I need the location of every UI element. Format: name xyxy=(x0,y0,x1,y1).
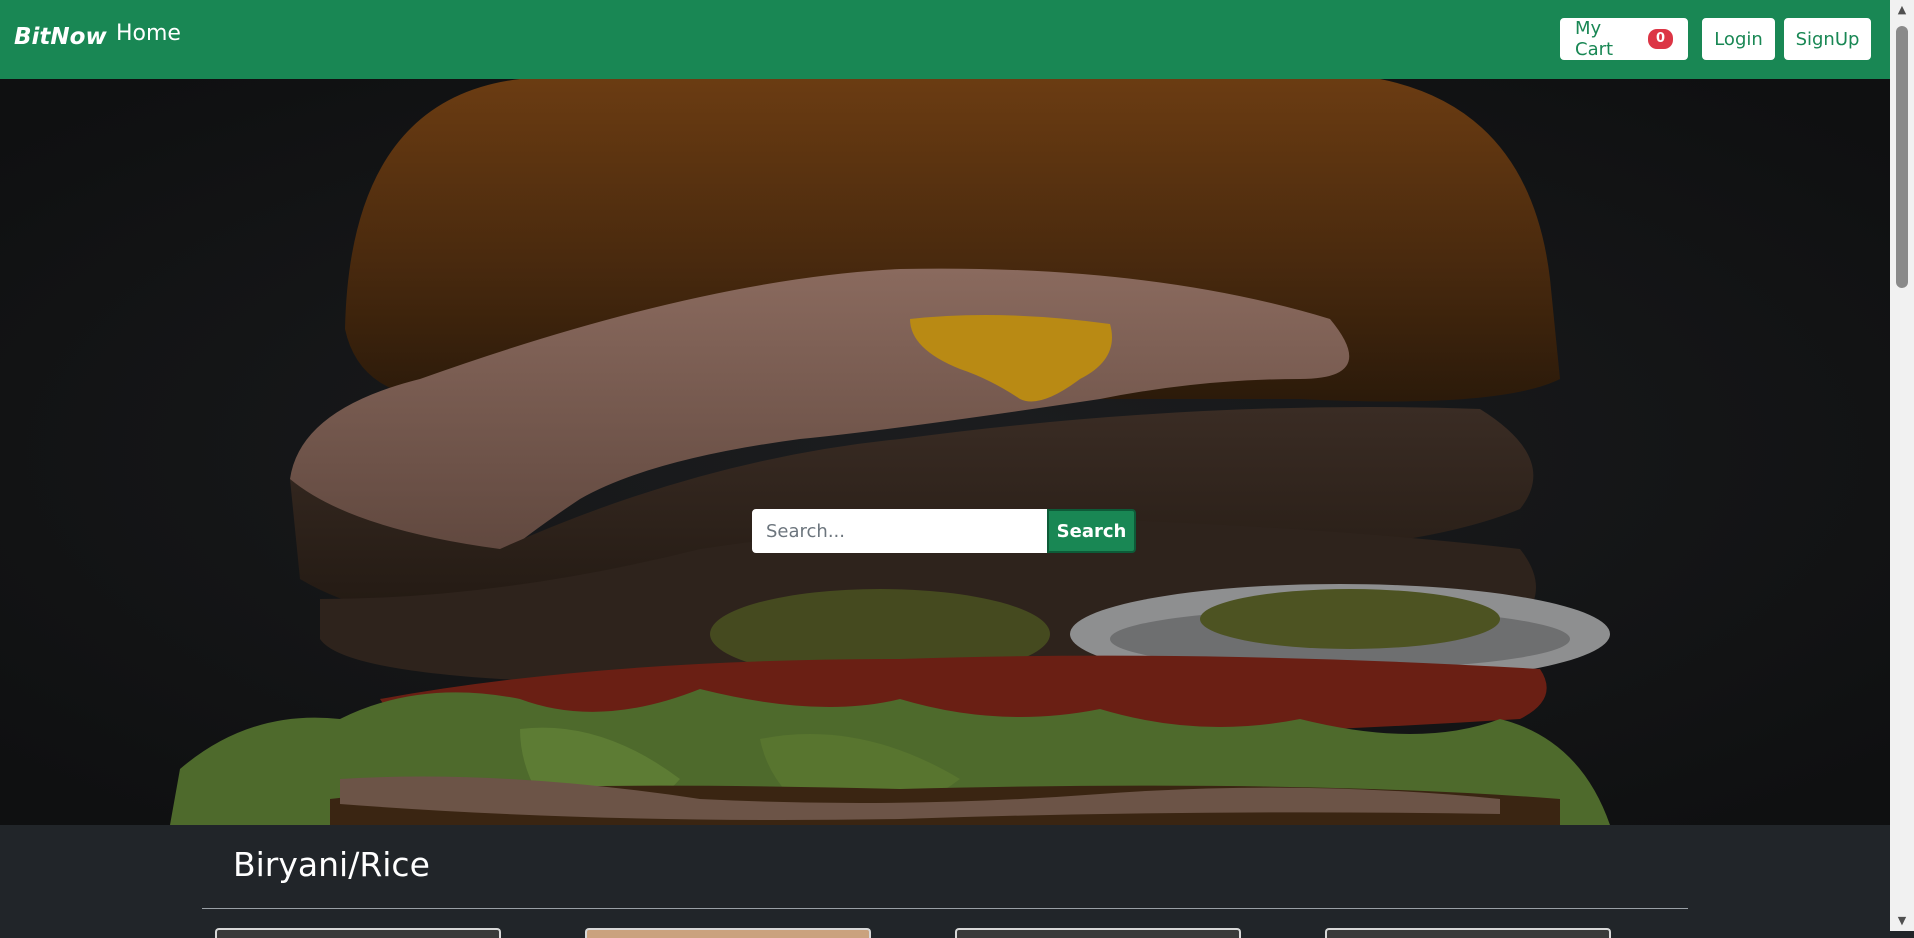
hero-banner: Search xyxy=(0,79,1890,825)
category-divider xyxy=(202,908,1688,909)
signup-button[interactable]: SignUp xyxy=(1784,18,1871,60)
food-card[interactable] xyxy=(1325,928,1611,938)
nav-home-link[interactable]: Home xyxy=(116,21,181,46)
scrollbar-thumb[interactable] xyxy=(1896,26,1908,288)
my-cart-label: My Cart xyxy=(1575,18,1614,60)
brand-logo[interactable]: BitNow xyxy=(14,24,107,50)
search-form: Search xyxy=(752,509,1136,553)
scroll-down-arrow-icon[interactable]: ▼ xyxy=(1890,911,1914,931)
page-scrollbar[interactable]: ▲ ▼ xyxy=(1890,0,1914,931)
navbar: BitNow Home My Cart 0 Login SignUp xyxy=(0,0,1890,79)
burger-image xyxy=(0,79,1890,825)
food-card[interactable] xyxy=(585,928,871,938)
search-input[interactable] xyxy=(752,509,1048,553)
category-title: Biryani/Rice xyxy=(233,845,430,884)
cart-count-badge: 0 xyxy=(1647,29,1673,49)
food-card[interactable] xyxy=(215,928,501,938)
my-cart-button[interactable]: My Cart 0 xyxy=(1560,18,1688,60)
category-section: Biryani/Rice xyxy=(0,825,1890,938)
scroll-up-arrow-icon[interactable]: ▲ xyxy=(1890,0,1914,20)
login-button[interactable]: Login xyxy=(1702,18,1775,60)
search-button[interactable]: Search xyxy=(1047,509,1136,553)
food-card[interactable] xyxy=(955,928,1241,938)
